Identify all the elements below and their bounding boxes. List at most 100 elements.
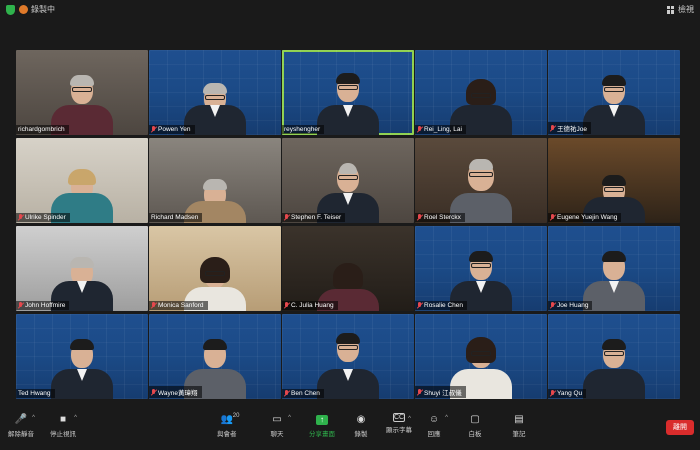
- smiley-icon: ☺ ^: [428, 414, 448, 425]
- whiteboard-button[interactable]: ▢ 白板: [468, 413, 482, 438]
- view-button[interactable]: 檢視: [667, 4, 694, 15]
- notes-button[interactable]: ▤ 筆記: [512, 413, 526, 438]
- participant-tile[interactable]: Ulrike Spinder: [16, 138, 148, 223]
- participant-name-label: Yang Qu: [548, 389, 587, 398]
- gallery-view: richardgombrich Powen Yen reyshengher Re…: [16, 50, 684, 400]
- video-camera-icon: ■ ^: [59, 414, 77, 425]
- security-shield-icon[interactable]: [6, 5, 15, 15]
- participant-name-label: 王德祐Joe: [548, 122, 591, 134]
- recording-label: 錄製中: [31, 5, 55, 14]
- participant-name-label: Richard Madsen: [149, 213, 203, 222]
- whiteboard-label: 白板: [468, 431, 482, 438]
- muted-mic-icon: [151, 302, 156, 309]
- participant-name-label: Powen Yen: [149, 125, 195, 134]
- participant-name-label: Ted Hwang: [16, 389, 55, 398]
- participant-tile[interactable]: Monica Sanford: [149, 226, 281, 311]
- participant-video: [316, 327, 380, 399]
- participant-tile[interactable]: Wayne黃瑋翔: [149, 314, 281, 399]
- participant-name-label: Roel Sterckx: [415, 213, 465, 222]
- participant-tile[interactable]: Roel Sterckx: [415, 138, 547, 223]
- record-label: 錄製: [354, 431, 368, 438]
- participant-tile[interactable]: 王德祐Joe: [548, 50, 680, 135]
- record-icon: ◉: [356, 414, 366, 425]
- muted-mic-icon: [151, 126, 156, 133]
- reactions-button[interactable]: ☺ ^ 回應: [427, 413, 449, 438]
- muted-mic-icon: [284, 214, 289, 221]
- muted-mic-icon: [550, 214, 555, 221]
- unmute-label: 解除靜音: [8, 431, 34, 438]
- show-captions-button[interactable]: CC ^ 顯示字幕: [386, 413, 412, 434]
- participant-tile[interactable]: Eugene Yuejin Wang: [548, 138, 680, 223]
- participant-name: John Hoffmire: [25, 302, 66, 309]
- participant-tile[interactable]: C. Julia Huang: [282, 226, 414, 311]
- chevron-up-icon[interactable]: ^: [445, 415, 448, 421]
- meeting-toolbar: 🎤 ^ 解除靜音 ■ ^ 停止視訊 👥 20 與會者 ▭ ^ 聊天 ↑ 分享畫面 ◉ 錄…: [0, 408, 700, 450]
- participant-tile[interactable]: Richard Madsen: [149, 138, 281, 223]
- view-label: 檢視: [678, 5, 694, 14]
- participant-name: reyshengher: [284, 126, 321, 133]
- participant-tile[interactable]: richardgombrich: [16, 50, 148, 135]
- participant-tile[interactable]: Stephen F. Teiser: [282, 138, 414, 223]
- muted-mic-icon: [550, 302, 555, 309]
- chevron-up-icon[interactable]: ^: [32, 415, 35, 421]
- top-bar: 錄製中 檢視: [0, 0, 700, 20]
- participant-name: Powen Yen: [158, 126, 191, 133]
- participant-name: Richard Madsen: [151, 214, 199, 221]
- participant-name: Ben Chen: [291, 390, 320, 397]
- chat-button[interactable]: ▭ ^ 聊天: [270, 413, 292, 438]
- reactions-label: 回應: [427, 431, 441, 438]
- participant-name: Rei_Ling, Lai: [424, 126, 462, 133]
- participant-name-label: John Hoffmire: [16, 301, 70, 310]
- participant-name: Monica Sanford: [158, 302, 204, 309]
- participant-tile[interactable]: Ben Chen: [282, 314, 414, 399]
- participant-name-label: reyshengher: [282, 125, 325, 134]
- participant-name: Yang Qu: [557, 390, 583, 397]
- participant-name: Rosalie Chen: [424, 302, 464, 309]
- participant-tile[interactable]: Powen Yen: [149, 50, 281, 135]
- recording-icon: [19, 5, 28, 14]
- participant-tile[interactable]: Shuyi 江叔儀: [415, 314, 547, 399]
- muted-mic-icon: [417, 214, 422, 221]
- participant-name-label: Monica Sanford: [149, 301, 208, 310]
- participant-tile[interactable]: John Hoffmire: [16, 226, 148, 311]
- muted-mic-icon: [417, 126, 422, 133]
- participant-name: 王德祐Joe: [557, 126, 587, 133]
- record-button[interactable]: ◉ 錄製: [354, 413, 368, 438]
- participant-name-label: Joe Huang: [548, 301, 593, 310]
- muted-mic-icon: [417, 388, 422, 396]
- chevron-up-icon[interactable]: ^: [288, 415, 291, 421]
- participant-video: [582, 63, 646, 135]
- participant-name: richardgombrich: [18, 126, 65, 133]
- participant-tile[interactable]: Ted Hwang: [16, 314, 148, 399]
- stop-video-label: 停止視訊: [50, 431, 76, 438]
- chat-bubble-icon: ▭ ^: [272, 414, 291, 425]
- chevron-up-icon[interactable]: ^: [74, 415, 77, 421]
- participant-name-label: C. Julia Huang: [282, 301, 338, 310]
- participant-tile[interactable]: Rei_Ling, Lai: [415, 50, 547, 135]
- participant-name-label: Rosalie Chen: [415, 301, 468, 310]
- participants-button[interactable]: 👥 20 與會者: [217, 413, 240, 438]
- participant-name-label: Ulrike Spinder: [16, 213, 70, 222]
- unmute-button[interactable]: 🎤 ^ 解除靜音: [8, 413, 35, 438]
- notes-icon: ▤: [514, 414, 524, 425]
- muted-mic-icon: [550, 124, 555, 132]
- participant-tile[interactable]: Joe Huang: [548, 226, 680, 311]
- participant-video: [582, 327, 646, 399]
- leave-button[interactable]: 離開: [666, 420, 694, 435]
- participants-icon: 👥 20: [220, 413, 240, 425]
- participant-name: Ted Hwang: [18, 390, 51, 397]
- muted-mic-icon: [284, 390, 289, 397]
- show-captions-label: 顯示字幕: [386, 427, 412, 434]
- chevron-up-icon[interactable]: ^: [408, 416, 411, 422]
- chat-label: 聊天: [270, 431, 284, 438]
- share-screen-button[interactable]: ↑ 分享畫面: [309, 413, 335, 438]
- participant-tile-active-speaker[interactable]: reyshengher: [282, 50, 414, 135]
- participants-label: 與會者: [217, 431, 237, 438]
- participant-name-label: Shuyi 江叔儀: [415, 386, 466, 398]
- whiteboard-icon: ▢: [470, 414, 480, 425]
- muted-mic-icon: [18, 214, 23, 221]
- participant-tile[interactable]: Rosalie Chen: [415, 226, 547, 311]
- participant-tile[interactable]: Yang Qu: [548, 314, 680, 399]
- stop-video-button[interactable]: ■ ^ 停止視訊: [50, 413, 77, 438]
- participant-name: Joe Huang: [557, 302, 589, 309]
